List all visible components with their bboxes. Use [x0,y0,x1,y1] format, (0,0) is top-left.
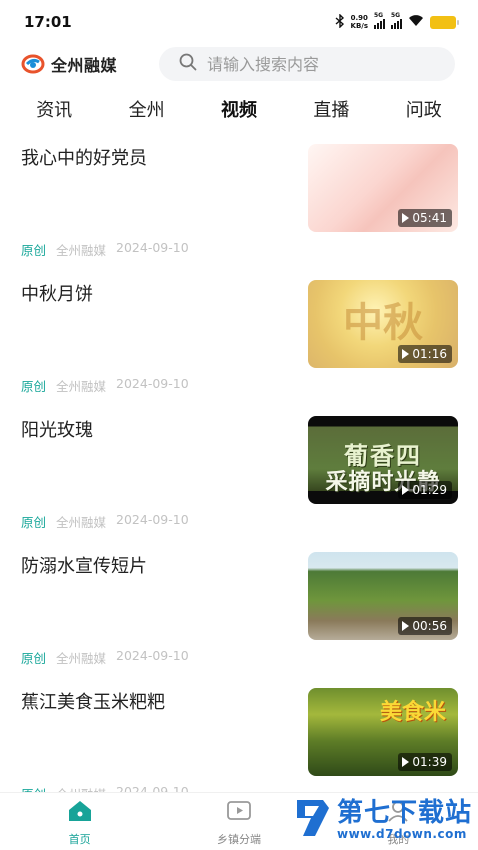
item-source: 全州融媒 [56,243,107,258]
tab-live[interactable]: 直播 [313,96,349,122]
item-source: 全州融媒 [56,379,107,394]
signal-icon: 5G [391,12,402,29]
play-icon [402,213,410,223]
thumbnail-caption: 美食米 [379,700,446,725]
tab-news[interactable]: 资讯 [36,96,72,122]
search-icon [179,53,197,75]
item-tag: 原创 [21,379,47,394]
item-source: 全州融媒 [56,651,107,666]
item-title: 中秋月饼 [21,284,93,305]
item-source: 全州融媒 [56,784,106,792]
item-date: 2024-09-10 [116,512,189,527]
list-item[interactable]: 蕉江美食玉米粑粑 原创 全州融媒 2024-09-10 美食米 01:39 [0,670,478,792]
video-thumbnail[interactable]: 00:56 [308,552,458,640]
tab-quanzhou[interactable]: 全州 [129,96,165,122]
tab-video[interactable]: 视频 [221,96,257,122]
play-icon [402,757,410,767]
item-source: 全州融媒 [56,515,107,530]
video-list: 我心中的好党员 原创 全州融媒 2024-09-10 05:41 中秋月饼 原创… [0,126,478,792]
bluetooth-icon [335,12,345,31]
item-date: 2024-09-10 [116,240,189,255]
nav-home[interactable]: 首页 [20,793,140,850]
logo-icon [21,54,45,74]
search-input[interactable] [207,54,427,74]
list-item[interactable]: 阳光玫瑰 原创 全州融媒 2024-09-10 葡香四 采摘时光静 01:29 [0,398,478,534]
app-logo[interactable]: 全州融媒 [21,52,153,76]
item-tag: 原创 [21,784,46,792]
item-meta: 原创 全州融媒 2024-09-10 [21,784,189,792]
app-header: 全州融媒 [0,46,478,82]
play-icon [402,485,410,495]
item-tag: 原创 [21,651,47,666]
duration-text: 01:29 [412,483,447,497]
list-item[interactable]: 防溺水宣传短片 原创 全州融媒 2024-09-10 00:56 [0,534,478,670]
item-title: 阳光玫瑰 [21,420,93,441]
home-icon [66,799,94,827]
item-title: 蕉江美食玉米粑粑 [21,692,165,713]
duration-badge: 00:56 [398,617,452,635]
item-date: 2024-09-10 [116,376,189,391]
item-date: 2024-09-10 [116,648,189,663]
status-icons: 0.90 KB/s 5G 5G [335,12,459,31]
nav-township[interactable]: 乡镇分端 [179,793,299,850]
list-item[interactable]: 中秋月饼 原创 全州融媒 2024-09-10 中秋 01:16 [0,262,478,398]
duration-badge: 01:39 [398,753,452,771]
video-play-icon [225,799,253,827]
play-icon [402,349,410,359]
video-thumbnail[interactable]: 葡香四 采摘时光静 01:29 [308,416,458,504]
net-speed: 0.90 KB/s [351,14,368,30]
duration-text: 01:39 [412,755,447,769]
search-bar[interactable] [159,47,455,81]
item-title: 我心中的好党员 [21,148,147,169]
duration-text: 05:41 [412,211,447,225]
item-tag: 原创 [21,243,47,258]
duration-badge: 05:41 [398,209,452,227]
item-title: 防溺水宣传短片 [21,556,147,577]
status-time: 17:01 [24,13,72,31]
watermark-sub: www.d7down.com [336,827,467,841]
status-bar: 17:01 0.90 KB/s 5G 5G [0,0,478,44]
item-date: 2024-09-10 [116,784,189,792]
signal-label: 5G [391,12,401,19]
net-speed-unit: KB/s [350,22,368,30]
item-meta: 原创 全州融媒 2024-09-10 [21,376,189,395]
watermark-logo-icon [293,796,333,844]
nav-label: 乡镇分端 [216,833,261,846]
logo-text: 全州融媒 [51,56,118,75]
video-thumbnail[interactable]: 中秋 01:16 [308,280,458,368]
net-speed-value: 0.90 [350,14,368,22]
nav-label: 首页 [68,833,91,846]
duration-text: 00:56 [412,619,447,633]
thumbnail-caption: 中秋 [343,299,423,346]
play-icon [402,621,410,631]
watermark-main: 第七下载站 [336,798,472,828]
signal-label: 5G [374,12,384,19]
item-meta: 原创 全州融媒 2024-09-10 [21,512,189,531]
battery-icon [430,15,459,29]
item-meta: 原创 全州融媒 2024-09-10 [21,648,189,667]
list-item[interactable]: 我心中的好党员 原创 全州融媒 2024-09-10 05:41 [0,126,478,262]
wifi-icon [408,14,424,30]
duration-badge: 01:29 [398,481,452,499]
duration-text: 01:16 [412,347,447,361]
video-thumbnail[interactable]: 美食米 01:39 [308,688,458,776]
video-thumbnail[interactable]: 05:41 [308,144,458,232]
category-tabs: 资讯 全州 视频 直播 问政 [0,92,478,126]
tab-inquiry[interactable]: 问政 [406,96,442,122]
watermark-text: 第七下载站 www.d7down.com [337,799,472,841]
watermark: 第七下载站 www.d7down.com [293,796,472,844]
item-tag: 原创 [21,515,47,530]
signal-icon: 5G [374,12,385,29]
item-meta: 原创 全州融媒 2024-09-10 [21,240,189,259]
duration-badge: 01:16 [398,345,452,363]
